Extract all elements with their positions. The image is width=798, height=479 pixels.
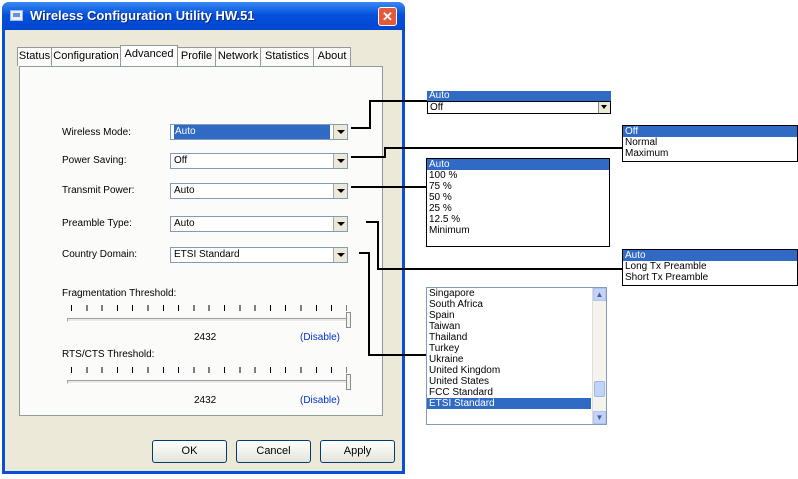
preamble-option[interactable]: Long Tx Preamble — [623, 261, 797, 272]
preamble-option[interactable]: Auto — [623, 250, 797, 261]
country-option[interactable]: Singapore — [427, 288, 606, 299]
power-saving-option[interactable]: Maximum — [623, 148, 797, 159]
country-list: Singapore South Africa Spain Taiwan Thai… — [426, 287, 607, 425]
power-saving-option[interactable]: Normal — [623, 137, 797, 148]
country-scrollbar[interactable]: ▲ ▼ — [592, 288, 606, 424]
tab-advanced[interactable]: Advanced — [120, 45, 178, 66]
transmit-power-option[interactable]: 50 % — [427, 192, 609, 203]
wireless-mode-callout: Auto Off — [427, 91, 611, 117]
country-option[interactable]: Thailand — [427, 332, 606, 343]
chevron-down-icon[interactable] — [598, 102, 610, 113]
country-option[interactable]: Ukraine — [427, 354, 606, 365]
scroll-up-icon[interactable]: ▲ — [593, 288, 606, 301]
country-option[interactable]: United Kingdom — [427, 365, 606, 376]
country-option[interactable]: Taiwan — [427, 321, 606, 332]
country-option[interactable]: FCC Standard — [427, 387, 606, 398]
power-saving-dropdown: Off Normal Maximum — [622, 125, 798, 162]
country-option[interactable]: United States — [427, 376, 606, 387]
transmit-power-option[interactable]: 75 % — [427, 181, 609, 192]
transmit-power-option[interactable]: 25 % — [427, 203, 609, 214]
scroll-down-icon[interactable]: ▼ — [593, 411, 606, 424]
wireless-mode-option[interactable]: Auto — [427, 91, 611, 101]
country-option[interactable]: ETSI Standard — [427, 398, 591, 409]
scrollbar-thumb[interactable] — [594, 381, 605, 397]
transmit-power-option[interactable]: 100 % — [427, 170, 609, 181]
preamble-option[interactable]: Short Tx Preamble — [623, 272, 797, 283]
callout-connectors — [351, 100, 623, 356]
transmit-power-option[interactable]: Auto — [427, 159, 609, 170]
wireless-mode-mini-value: Off — [430, 102, 444, 113]
power-saving-option[interactable]: Off — [623, 126, 797, 137]
transmit-power-dropdown: Auto 100 % 75 % 50 % 25 % 12.5 % Minimum — [426, 158, 610, 247]
preamble-dropdown: Auto Long Tx Preamble Short Tx Preamble — [622, 249, 798, 286]
country-option[interactable]: South Africa — [427, 299, 606, 310]
wireless-mode-mini-select[interactable]: Off — [427, 101, 611, 114]
transmit-power-option[interactable]: Minimum — [427, 225, 609, 236]
country-option[interactable]: Spain — [427, 310, 606, 321]
transmit-power-option[interactable]: 12.5 % — [427, 214, 609, 225]
country-option[interactable]: Turkey — [427, 343, 606, 354]
